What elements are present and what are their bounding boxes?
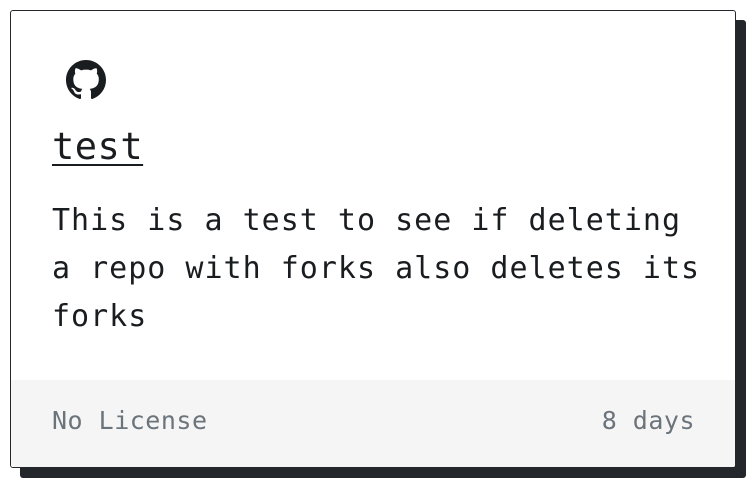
card-footer: No License 8 days <box>11 380 735 467</box>
license-label: No License <box>52 406 208 435</box>
repo-age-label: 8 days <box>601 406 695 435</box>
repo-card-container: test This is a test to see if deleting a… <box>10 10 746 478</box>
repo-card[interactable]: test This is a test to see if deleting a… <box>10 10 736 468</box>
repo-title-link[interactable]: test <box>52 123 143 171</box>
github-icon <box>66 60 106 100</box>
repo-description: This is a test to see if deleting a repo… <box>52 203 701 334</box>
